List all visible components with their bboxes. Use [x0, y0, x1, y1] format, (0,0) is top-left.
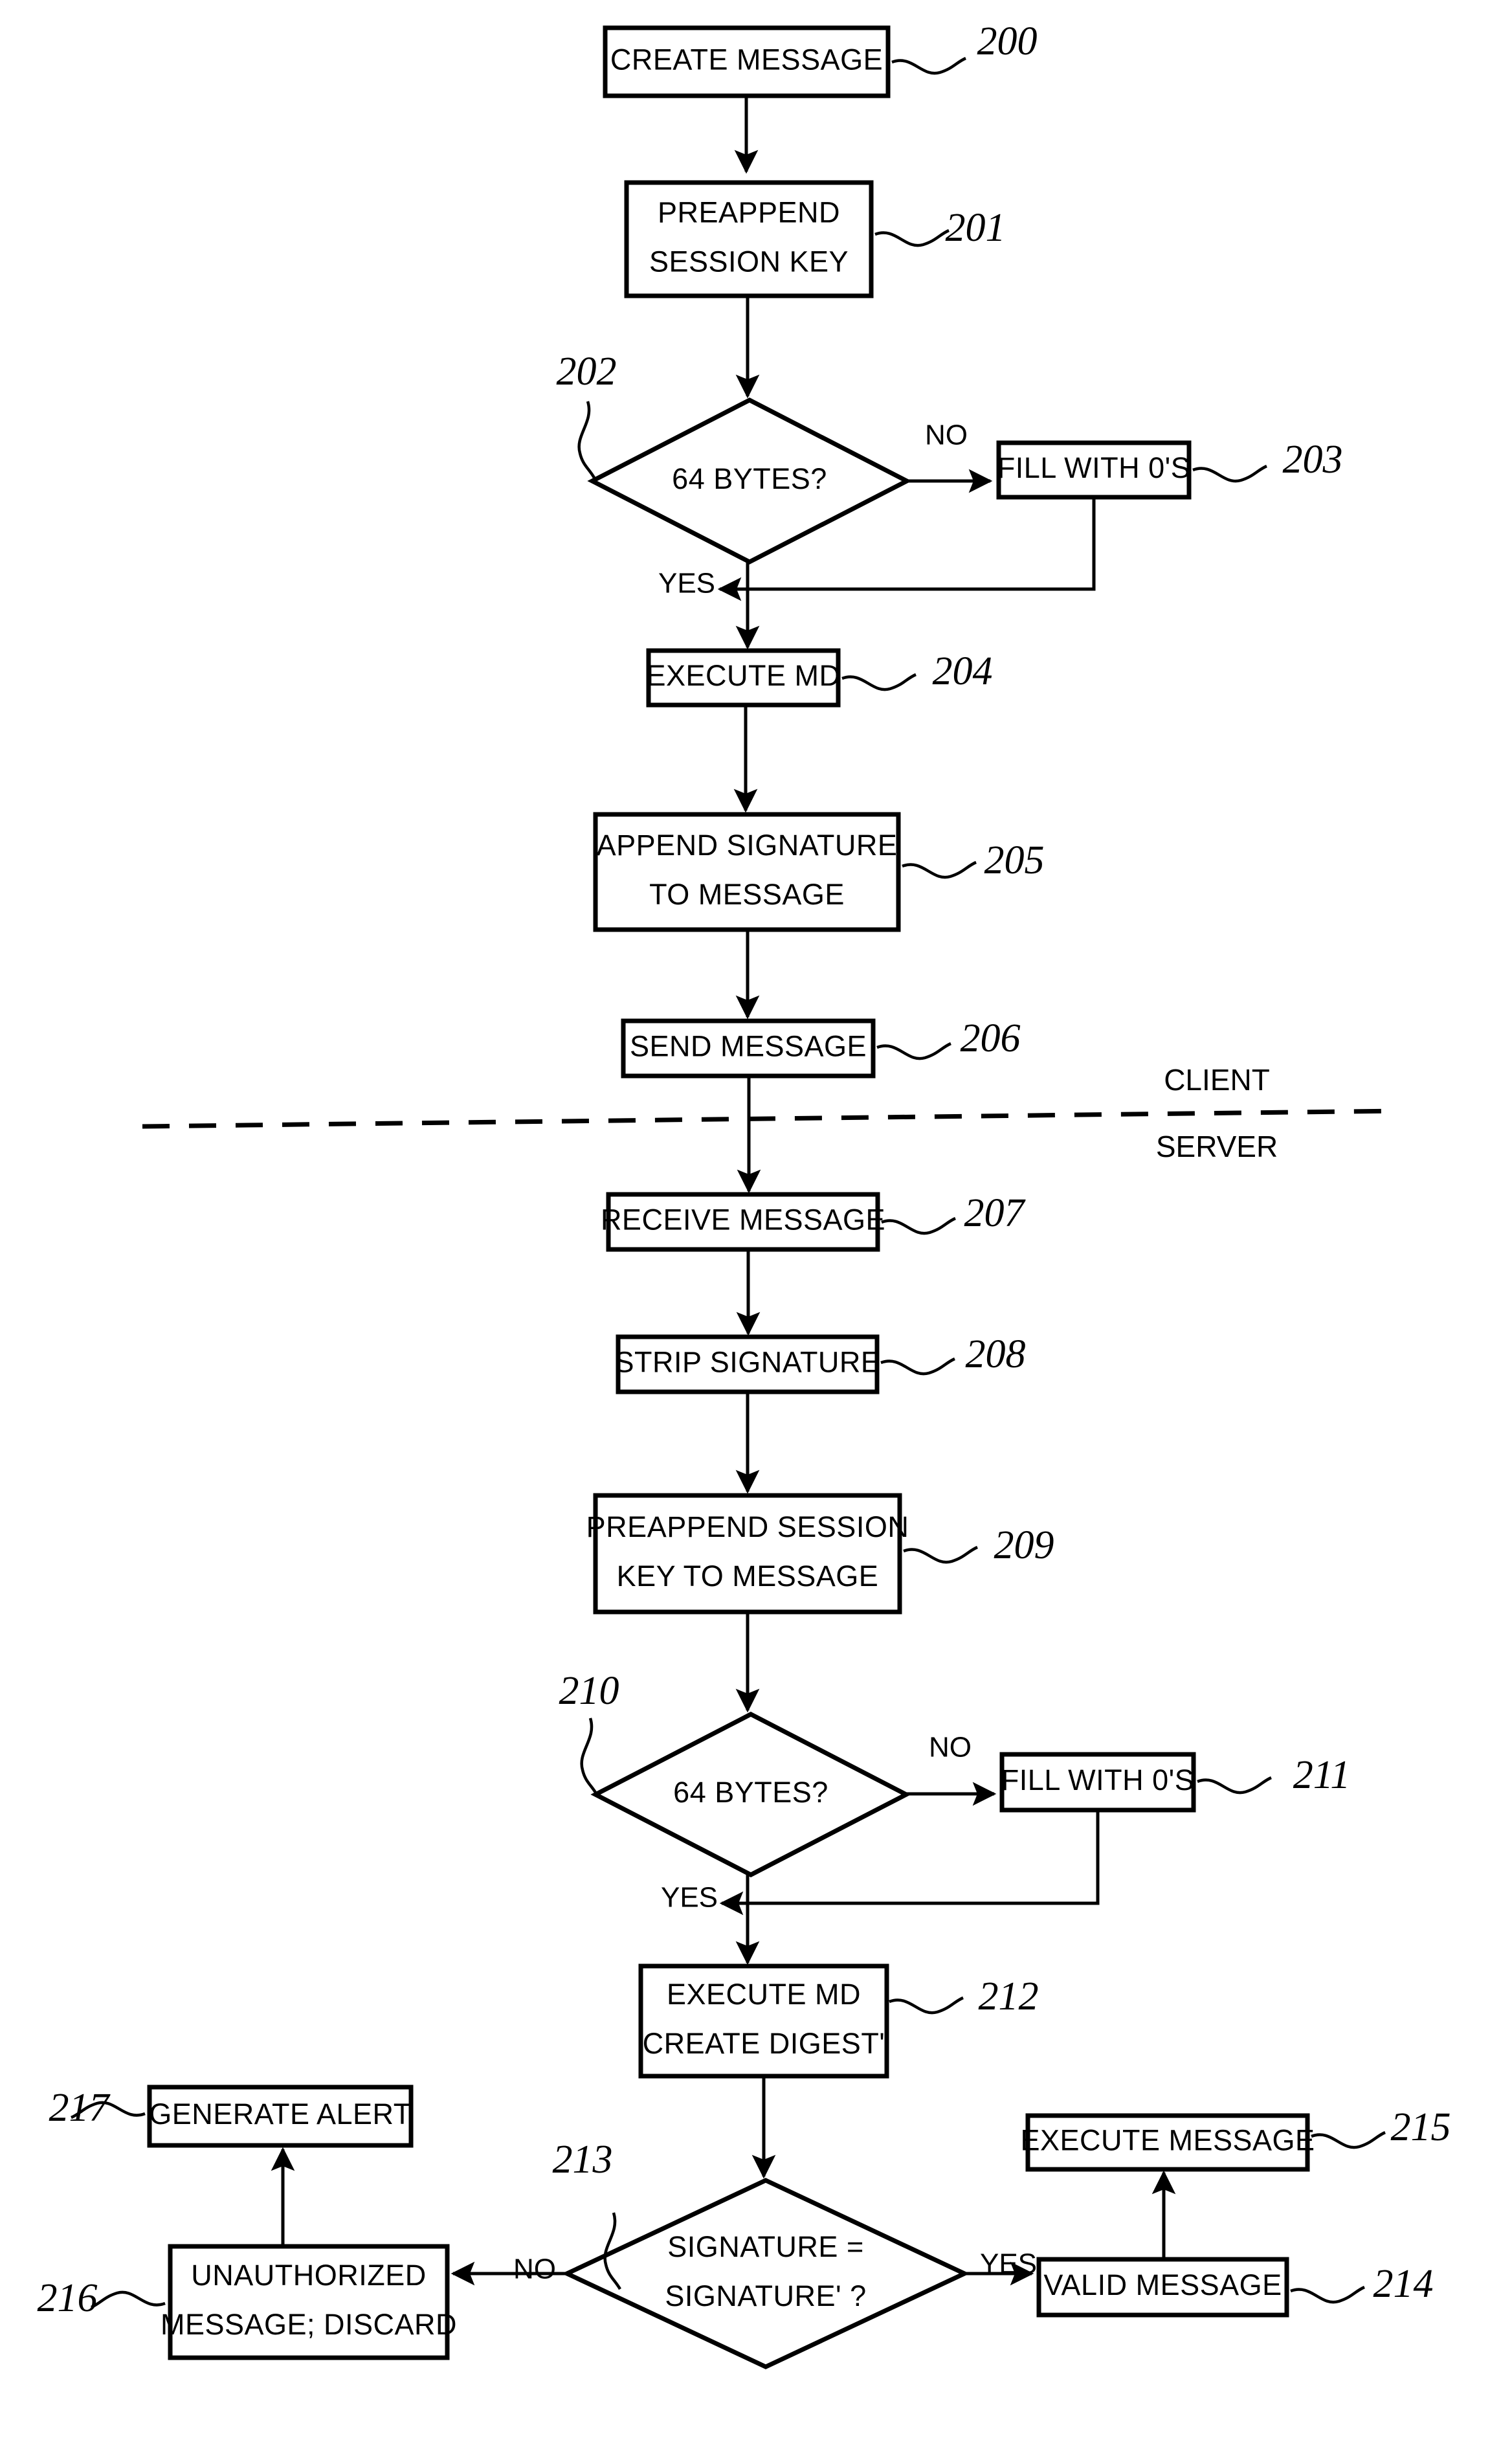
- reference-numeral-211: 211: [1293, 1753, 1350, 1797]
- reference-numeral-202: 202: [557, 350, 617, 394]
- node-label-205: TO MESSAGE: [649, 878, 845, 911]
- reference-leader-211: [1197, 1776, 1272, 1795]
- divider-layer: [142, 1108, 1399, 1129]
- node-label-204: EXECUTE MD: [646, 659, 840, 692]
- reference-leader-214: [1290, 2285, 1365, 2304]
- reference-numeral-207: 207: [964, 1191, 1027, 1235]
- reference-numeral-203: 203: [1283, 438, 1343, 482]
- node-label-202: 64 BYTES?: [672, 462, 827, 495]
- reference-leader-204: [841, 673, 917, 691]
- node-label-212: CREATE DIGEST': [643, 2027, 885, 2060]
- branch-yes-202: YES: [658, 568, 715, 599]
- node-label-216: MESSAGE; DISCARD: [161, 2308, 457, 2341]
- reference-leader-209: [903, 1545, 978, 1564]
- reference-numeral-216: 216: [38, 2276, 98, 2320]
- reference-numeral-212: 212: [979, 1974, 1039, 2018]
- node-label-217: GENERATE ALERT: [149, 2097, 411, 2130]
- reference-numeral-206: 206: [961, 1016, 1021, 1060]
- reference-numeral-205: 205: [984, 838, 1045, 882]
- reference-numeral-214: 214: [1373, 2262, 1434, 2306]
- reference-numeral-204: 204: [933, 649, 993, 693]
- reference-leader-215: [1311, 2130, 1386, 2149]
- reference-leader-205: [902, 860, 977, 879]
- reference-leader-200: [891, 56, 966, 75]
- reference-leader-212: [889, 1996, 964, 2015]
- reference-leader-206: [876, 1042, 951, 1060]
- reference-leader-202: [577, 401, 595, 479]
- node-label-209: PREAPPEND SESSION: [586, 1510, 909, 1543]
- branch-no-213: NO: [513, 2253, 556, 2285]
- reference-numeral-208: 208: [966, 1332, 1026, 1376]
- patent-figure-page: CREATE MESSAGE 200 PREAPPEND SESSION KEY 201…: [0, 0, 1512, 2449]
- node-label-212: EXECUTE MD: [667, 1978, 861, 2011]
- branch-no-202: NO: [925, 419, 968, 451]
- reference-leader-208: [880, 1357, 955, 1376]
- node-label-205: APPEND SIGNATURE: [597, 829, 898, 862]
- reference-leader-201: [874, 229, 950, 247]
- node-label-215: EXECUTE MESSAGE: [1020, 2123, 1315, 2156]
- reference-numeral-209: 209: [994, 1523, 1054, 1567]
- zone-client: CLIENT: [1164, 1063, 1270, 1097]
- zone-server: SERVER: [1156, 1130, 1278, 1163]
- node-label-201: SESSION KEY: [649, 245, 849, 278]
- node-label-206: SEND MESSAGE: [630, 1029, 867, 1062]
- reference-leader-210: [580, 1717, 598, 1796]
- reference-leader-216: [91, 2290, 166, 2309]
- node-label-203: FILL WITH 0'S: [997, 451, 1190, 484]
- flowchart-figure: CREATE MESSAGE 200 PREAPPEND SESSION KEY 201…: [38, 19, 1451, 2369]
- node-label-209: KEY TO MESSAGE: [617, 1560, 879, 1593]
- reference-numeral-200: 200: [977, 19, 1038, 63]
- node-label-211: FILL WITH 0'S: [1001, 1763, 1194, 1796]
- node-label-210: 64 BYTES?: [673, 1776, 828, 1809]
- node-label-213: SIGNATURE =: [667, 2230, 863, 2263]
- client-server-divider: [142, 1108, 1399, 1129]
- reference-leader-203: [1192, 464, 1267, 483]
- node-label-207: RECEIVE MESSAGE: [601, 1203, 885, 1236]
- branch-yes-210: YES: [661, 1882, 718, 1914]
- branch-yes-213: YES: [980, 2248, 1037, 2280]
- node-label-208: STRIP SIGNATURE: [615, 1345, 881, 1378]
- node-label-216: UNAUTHORIZED: [191, 2259, 427, 2292]
- reference-numeral-210: 210: [559, 1669, 619, 1713]
- reference-numeral-201: 201: [946, 206, 1006, 250]
- node-label-214: VALID MESSAGE: [1043, 2268, 1282, 2301]
- reference-numeral-213: 213: [553, 2138, 613, 2182]
- node-label-213: SIGNATURE' ?: [665, 2279, 866, 2312]
- reference-numeral-217: 217: [49, 2086, 111, 2130]
- node-label-201: PREAPPEND: [658, 196, 840, 229]
- node-layer: CREATE MESSAGE 200 PREAPPEND SESSION KEY 201…: [38, 19, 1451, 2369]
- node-label-200: CREATE MESSAGE: [610, 43, 883, 76]
- reference-numeral-215: 215: [1391, 2105, 1451, 2149]
- decision-diamond-213: [561, 2178, 970, 2369]
- branch-no-210: NO: [929, 1732, 972, 1763]
- reference-leader-207: [881, 1216, 956, 1235]
